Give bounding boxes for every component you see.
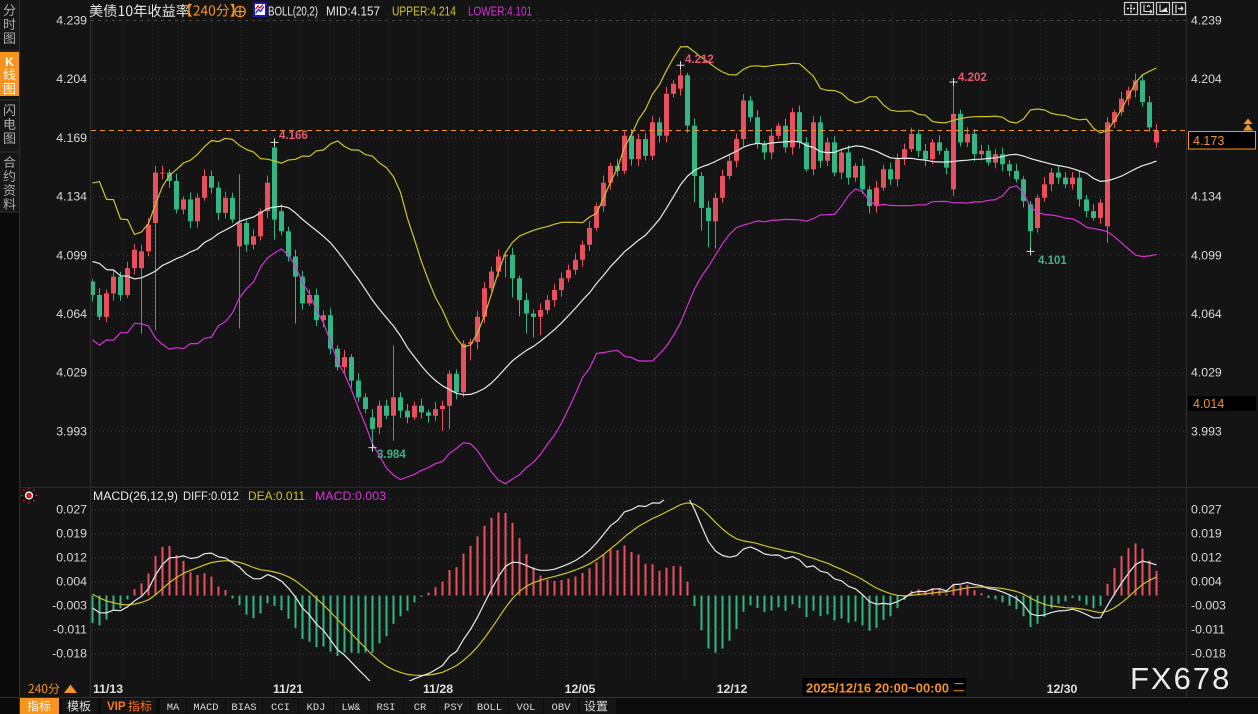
svg-text:0.012: 0.012 bbox=[1191, 551, 1222, 565]
svg-text:4.014: 4.014 bbox=[1193, 397, 1224, 411]
svg-text:BOLL(20,2): BOLL(20,2) bbox=[268, 4, 318, 19]
svg-text:0.012: 0.012 bbox=[56, 551, 87, 565]
svg-text:4.064: 4.064 bbox=[56, 307, 87, 321]
svg-text:4.029: 4.029 bbox=[56, 366, 87, 380]
svg-text:4.134: 4.134 bbox=[1191, 190, 1222, 204]
svg-text:BIAS: BIAS bbox=[231, 702, 256, 714]
svg-text:PSY: PSY bbox=[444, 702, 464, 714]
svg-text:12/30: 12/30 bbox=[1047, 682, 1078, 696]
svg-text:4.204: 4.204 bbox=[56, 72, 87, 86]
svg-text:11/21: 11/21 bbox=[273, 682, 303, 696]
svg-text:BOLL: BOLL bbox=[477, 702, 502, 714]
svg-text:MACD:0.003: MACD:0.003 bbox=[315, 489, 386, 503]
svg-text:DIFF:0.012: DIFF:0.012 bbox=[183, 489, 239, 503]
svg-text:3.993: 3.993 bbox=[56, 424, 87, 438]
svg-text:4.202: 4.202 bbox=[958, 72, 987, 84]
svg-text:4.239: 4.239 bbox=[56, 14, 87, 28]
svg-text:4.099: 4.099 bbox=[1191, 248, 1222, 262]
svg-text:UPPER:4.214: UPPER:4.214 bbox=[392, 4, 456, 19]
svg-text:DEA:0.011: DEA:0.011 bbox=[248, 489, 305, 503]
svg-text:-0.011: -0.011 bbox=[53, 623, 87, 637]
svg-text:-0.011: -0.011 bbox=[1191, 623, 1225, 637]
svg-text:MID:4.157: MID:4.157 bbox=[326, 4, 380, 19]
svg-text:4.134: 4.134 bbox=[56, 190, 87, 204]
svg-text:11/28: 11/28 bbox=[423, 682, 453, 696]
svg-text:KDJ: KDJ bbox=[307, 702, 326, 714]
svg-text:VOL: VOL bbox=[517, 702, 536, 714]
svg-text:4.173: 4.173 bbox=[1193, 134, 1224, 148]
svg-text:4.239: 4.239 bbox=[1191, 14, 1222, 28]
svg-text:RSI: RSI bbox=[377, 702, 396, 714]
svg-text:3.984: 3.984 bbox=[377, 449, 406, 461]
svg-text:CCI: CCI bbox=[271, 702, 290, 714]
svg-text:4.099: 4.099 bbox=[56, 248, 87, 262]
svg-text:CR: CR bbox=[414, 702, 427, 714]
svg-text:4.029: 4.029 bbox=[1191, 366, 1222, 380]
svg-text:0.019: 0.019 bbox=[1191, 527, 1222, 541]
svg-text:0.027: 0.027 bbox=[56, 503, 87, 517]
svg-text:4.101: 4.101 bbox=[1038, 255, 1067, 267]
svg-text:MA: MA bbox=[167, 702, 180, 714]
svg-text:12/05: 12/05 bbox=[565, 682, 596, 696]
svg-text:0.027: 0.027 bbox=[1191, 503, 1222, 517]
svg-text:OBV: OBV bbox=[552, 702, 572, 714]
svg-text:12/12: 12/12 bbox=[717, 682, 748, 696]
svg-text:4.169: 4.169 bbox=[56, 131, 87, 145]
svg-text:-0.018: -0.018 bbox=[1191, 647, 1226, 661]
svg-text:2025/12/16 20:00~00:00: 2025/12/16 20:00~00:00 bbox=[806, 681, 949, 696]
svg-text:FX678: FX678 bbox=[1130, 661, 1231, 696]
svg-text:VIP: VIP bbox=[107, 701, 126, 713]
svg-text:K: K bbox=[5, 55, 14, 69]
svg-text:0.004: 0.004 bbox=[1191, 575, 1222, 589]
svg-text:0.004: 0.004 bbox=[56, 575, 87, 589]
svg-text:LOWER:4.101: LOWER:4.101 bbox=[468, 4, 532, 19]
svg-text:4.212: 4.212 bbox=[685, 54, 714, 66]
svg-text:0.019: 0.019 bbox=[56, 527, 87, 541]
svg-text:-0.018: -0.018 bbox=[52, 647, 87, 661]
svg-text:4.166: 4.166 bbox=[279, 130, 308, 142]
svg-text:4.064: 4.064 bbox=[1191, 307, 1222, 321]
svg-text:MACD: MACD bbox=[193, 702, 218, 714]
svg-text:4.204: 4.204 bbox=[1191, 72, 1222, 86]
svg-text:MACD(26,12,9): MACD(26,12,9) bbox=[93, 489, 178, 503]
svg-text:11/13: 11/13 bbox=[93, 682, 123, 696]
svg-text:3.993: 3.993 bbox=[1191, 424, 1222, 438]
svg-text:-0.003: -0.003 bbox=[52, 599, 87, 613]
svg-text:LW&: LW& bbox=[342, 702, 362, 714]
svg-text:-0.003: -0.003 bbox=[1191, 599, 1226, 613]
